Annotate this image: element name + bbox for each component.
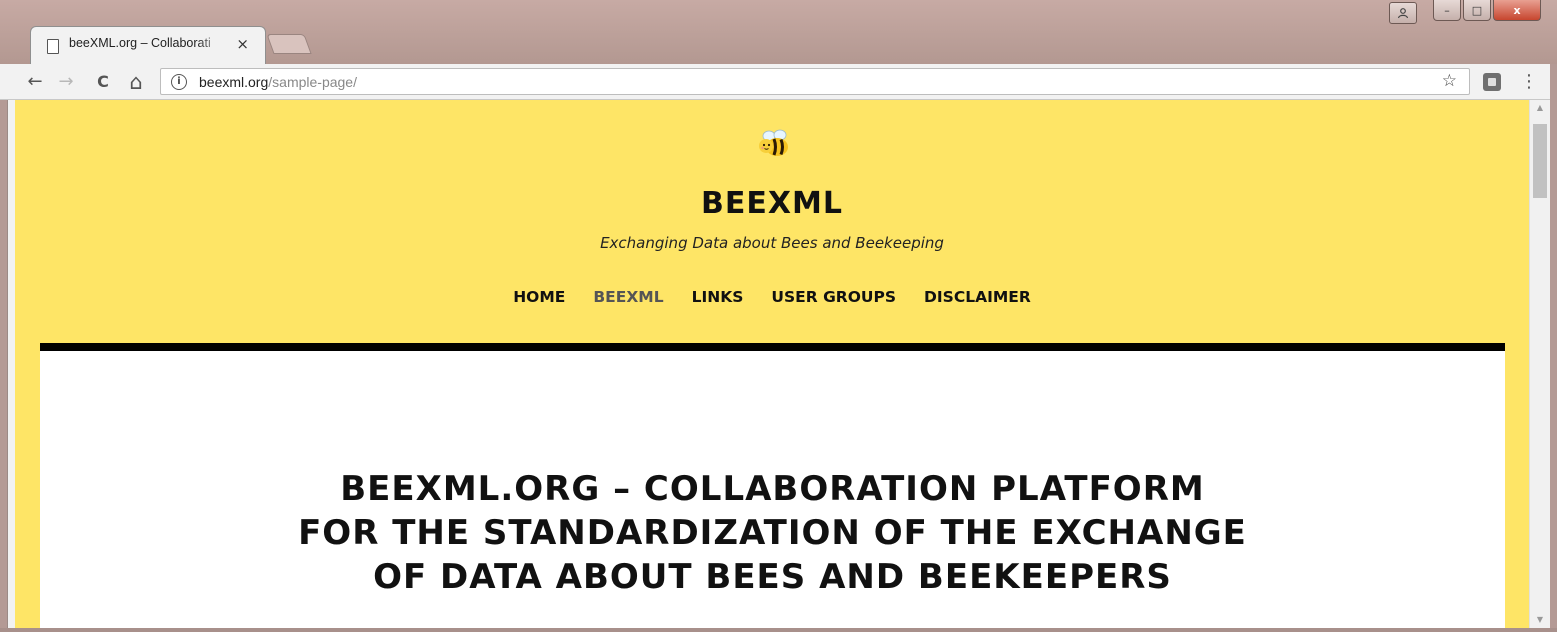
- window-frame-left: [7, 100, 15, 632]
- nav-item-home[interactable]: HOME: [513, 288, 565, 306]
- bee-logo-icon: [759, 129, 788, 156]
- user-profile-icon[interactable]: [1389, 2, 1417, 24]
- headline-line: OF DATA ABOUT BEES AND BEEKEEPERS: [373, 557, 1172, 597]
- url-domain: beexml.org: [199, 74, 269, 90]
- scrollbar-thumb[interactable]: [1533, 124, 1547, 198]
- info-icon[interactable]: i: [171, 74, 187, 90]
- nav-item-beexml[interactable]: BEEXML: [593, 288, 663, 306]
- url-path: /sample-page/: [268, 74, 357, 90]
- window-controls: – □ x: [1389, 0, 1541, 24]
- close-window-button[interactable]: x: [1493, 0, 1541, 21]
- new-tab-button[interactable]: [266, 34, 312, 54]
- home-icon[interactable]: ⌂: [125, 71, 147, 93]
- page-icon: [47, 39, 59, 54]
- browser-menu-icon[interactable]: ⋮: [1520, 70, 1538, 94]
- tab-title: beeXML.org – Collaborati: [69, 36, 211, 50]
- minimize-button[interactable]: –: [1433, 0, 1461, 21]
- content-area: BEEXML.ORG – COLLABORATION PLATFORM FOR …: [40, 343, 1505, 628]
- nav-item-links[interactable]: LINKS: [692, 288, 744, 306]
- headline-line: FOR THE STANDARDIZATION OF THE EXCHANGE: [298, 513, 1247, 553]
- back-arrow-icon[interactable]: ←: [24, 71, 46, 93]
- page-viewport: BEEXML Exchanging Data about Bees and Be…: [15, 100, 1529, 628]
- url-text[interactable]: beexml.org/sample-page/: [199, 74, 357, 90]
- browser-tab[interactable]: beeXML.org – Collaborati ×: [30, 26, 266, 64]
- extension-icon[interactable]: [1483, 73, 1501, 91]
- main-navigation: HOME BEEXML LINKS USER GROUPS DISCLAIMER: [15, 288, 1529, 306]
- browser-toolbar: ← → C ⌂ i beexml.org/sample-page/ ☆ ⋮: [0, 64, 1557, 100]
- address-bar[interactable]: i beexml.org/sample-page/ ☆: [160, 68, 1470, 95]
- scroll-up-icon[interactable]: ▲: [1530, 100, 1550, 116]
- bookmark-star-icon[interactable]: ☆: [1442, 71, 1457, 91]
- forward-arrow-icon[interactable]: →: [55, 71, 77, 93]
- nav-item-disclaimer[interactable]: DISCLAIMER: [924, 288, 1031, 306]
- site-tagline: Exchanging Data about Bees and Beekeepin…: [600, 234, 944, 252]
- scroll-down-icon[interactable]: ▼: [1530, 612, 1550, 628]
- window-frame-bottom: [0, 628, 1557, 632]
- tab-close-icon[interactable]: ×: [236, 35, 265, 53]
- nav-item-user-groups[interactable]: USER GROUPS: [771, 288, 896, 306]
- headline-line: BEEXML.ORG – COLLABORATION PLATFORM: [340, 469, 1205, 509]
- site-title[interactable]: BEEXML: [15, 186, 1529, 221]
- maximize-button[interactable]: □: [1463, 0, 1491, 21]
- window-frame-right: [1550, 64, 1557, 632]
- reload-icon[interactable]: C: [92, 71, 114, 93]
- page-headline: BEEXML.ORG – COLLABORATION PLATFORM FOR …: [40, 467, 1505, 599]
- vertical-scrollbar[interactable]: ▲ ▼: [1529, 100, 1550, 628]
